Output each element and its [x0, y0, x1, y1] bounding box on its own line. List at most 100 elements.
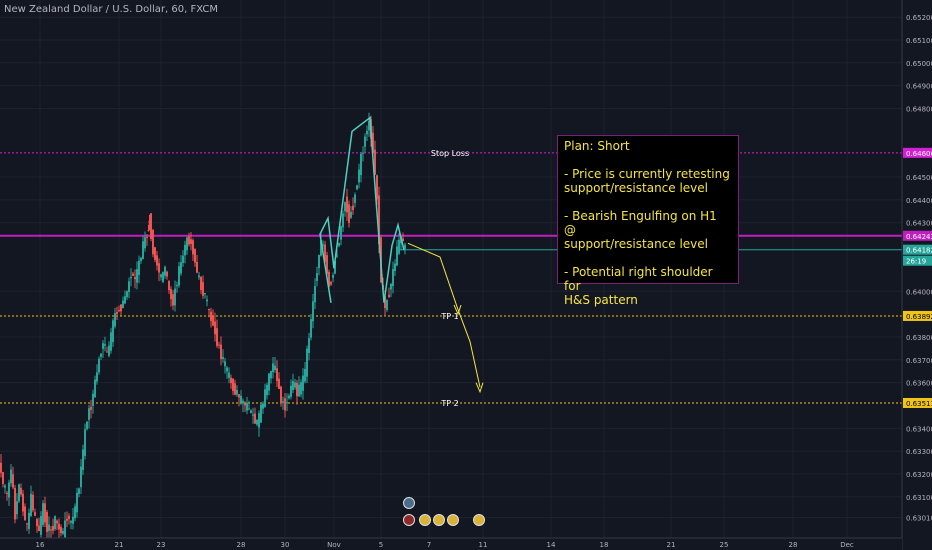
candle-body: [200, 276, 202, 291]
candle-body: [106, 351, 108, 353]
candle-body: [246, 402, 248, 411]
price-tick-label: 0.64400: [906, 197, 932, 205]
candle-body: [294, 382, 296, 388]
candle-body: [36, 519, 38, 527]
price-tick-label: 0.64300: [906, 220, 932, 228]
candle-body: [312, 301, 314, 322]
candle-body: [128, 281, 130, 292]
candle-body: [84, 429, 86, 456]
candle-body: [390, 283, 392, 290]
candle-body: [112, 320, 114, 343]
candle-body: [346, 196, 348, 213]
candle-body: [80, 466, 82, 488]
candle-body: [266, 384, 268, 396]
candle-body: [194, 249, 196, 263]
candle-body: [272, 363, 274, 373]
emoji-event-icon[interactable]: [447, 514, 459, 526]
candle-body: [170, 289, 172, 300]
price-tick-label: 0.63100: [906, 494, 932, 502]
candle-body: [90, 406, 92, 410]
calendar-event-icon[interactable]: [403, 497, 415, 509]
candle-body: [252, 414, 254, 416]
time-axis-bg: [0, 538, 902, 550]
chart-grid: [0, 0, 902, 538]
candle-body: [12, 474, 14, 488]
price-tick-label: 0.64500: [906, 174, 932, 182]
candle-body: [284, 398, 286, 411]
candle-body: [180, 262, 182, 274]
candle-body: [318, 255, 320, 269]
candle-body: [362, 152, 364, 154]
emoji-event-icon[interactable]: [433, 514, 445, 526]
price-tag-label: 26:19: [906, 258, 926, 266]
plan-line: [564, 195, 732, 209]
time-tick-label: 18: [600, 541, 609, 549]
candle-body: [276, 368, 278, 382]
candle-body: [206, 299, 208, 302]
emoji-event-icon[interactable]: [473, 514, 485, 526]
candle-body: [186, 237, 188, 251]
candle-body: [208, 308, 210, 311]
candle-body: [18, 484, 20, 502]
candle-body: [202, 282, 204, 296]
emoji-event-icon[interactable]: [419, 514, 431, 526]
candle-body: [10, 469, 12, 484]
price-tick-label: 0.63800: [906, 334, 932, 342]
candle-body: [310, 319, 312, 338]
candle-body: [228, 372, 230, 378]
candle-body: [352, 205, 354, 211]
candle-body: [28, 512, 30, 529]
price-tag-label: 0.63511: [906, 400, 932, 408]
price-chart[interactable]: Stop LossTP 1TP 2 0.630100.631000.632000…: [0, 0, 932, 550]
candle-body: [76, 492, 78, 513]
candle-body: [188, 236, 190, 245]
candle-body: [22, 493, 24, 512]
candle-body: [114, 313, 116, 327]
candle-body: [210, 311, 212, 322]
candle-body: [274, 365, 276, 370]
candle-body: [204, 293, 206, 295]
candle-body: [242, 400, 244, 404]
price-tag-label: 0.64182: [906, 247, 932, 255]
plan-annotation-box[interactable]: Plan: Short - Price is currently retestin…: [557, 135, 739, 307]
candle-body: [354, 194, 356, 203]
candle-body: [92, 393, 94, 406]
candle-body: [110, 332, 112, 351]
candle-body: [74, 506, 76, 519]
price-tag-label: 0.64243: [906, 233, 932, 241]
plan-line: - Price is currently retesting: [564, 167, 730, 181]
candle-body: [88, 408, 90, 420]
time-tick-label: 21: [115, 541, 124, 549]
price-tick-label: 0.64800: [906, 106, 932, 114]
candle-body: [404, 244, 406, 249]
candle-body: [270, 370, 272, 379]
price-tick-label: 0.63010: [906, 514, 932, 522]
candle-body: [338, 243, 340, 246]
candle-body: [2, 472, 4, 484]
candle-body: [388, 294, 390, 297]
candle-body: [26, 523, 28, 525]
candle-body: [300, 382, 302, 395]
flag-event-icon[interactable]: [403, 514, 415, 526]
candle-body: [342, 213, 344, 228]
candle-body: [156, 255, 158, 266]
candle-body: [178, 266, 180, 286]
plan-line: Plan: Short: [564, 139, 630, 153]
candle-body: [192, 240, 194, 255]
candle-body: [138, 260, 140, 275]
candle-body: [340, 226, 342, 240]
candle-body: [184, 244, 186, 256]
candle-body: [182, 255, 184, 263]
candle-body: [82, 449, 84, 471]
candle-body: [302, 375, 304, 391]
candle-body: [220, 344, 222, 360]
plan-line: - Bearish Engulfing on H1 @: [564, 209, 721, 237]
candle-body: [158, 263, 160, 273]
candle-body: [306, 348, 308, 377]
candle-body: [316, 273, 318, 281]
candle-body: [100, 353, 102, 357]
candle-body: [332, 275, 334, 278]
candle-body: [58, 523, 60, 530]
candle-body: [226, 367, 228, 372]
time-tick-label: 16: [36, 541, 45, 549]
